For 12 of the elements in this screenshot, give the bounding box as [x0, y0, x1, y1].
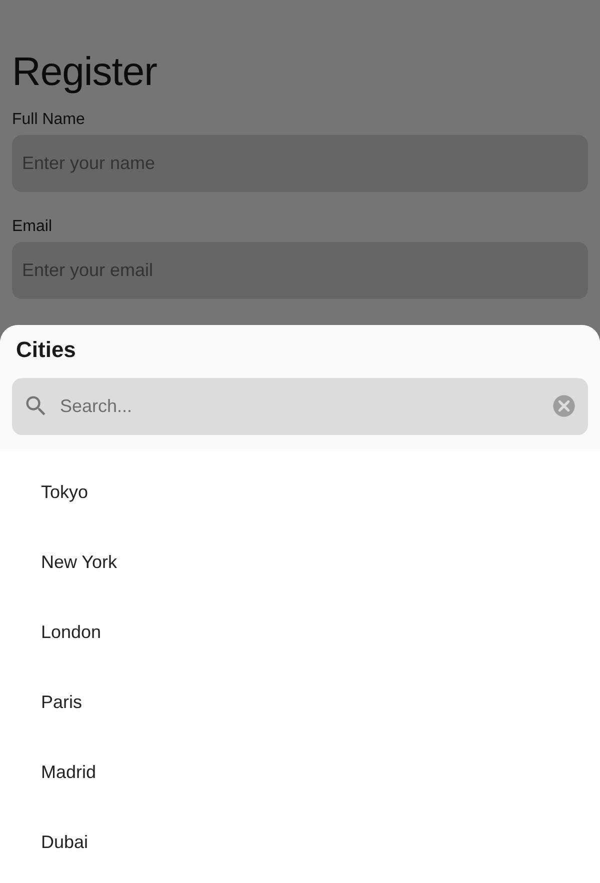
city-item[interactable]: Madrid — [0, 737, 600, 807]
sheet-title: Cities — [15, 337, 77, 363]
city-item[interactable]: Paris — [0, 667, 600, 737]
clear-icon[interactable] — [551, 393, 577, 419]
search-field[interactable]: Search... — [12, 378, 588, 435]
field-label: Full Name — [12, 111, 86, 129]
city-item[interactable]: New York — [0, 527, 600, 597]
field-label: Email — [12, 218, 54, 236]
page-title: Register — [12, 50, 158, 95]
city-item[interactable]: Dubai — [0, 807, 600, 877]
city-item[interactable]: Tokyo — [0, 457, 600, 527]
city-item[interactable]: London — [0, 597, 600, 667]
